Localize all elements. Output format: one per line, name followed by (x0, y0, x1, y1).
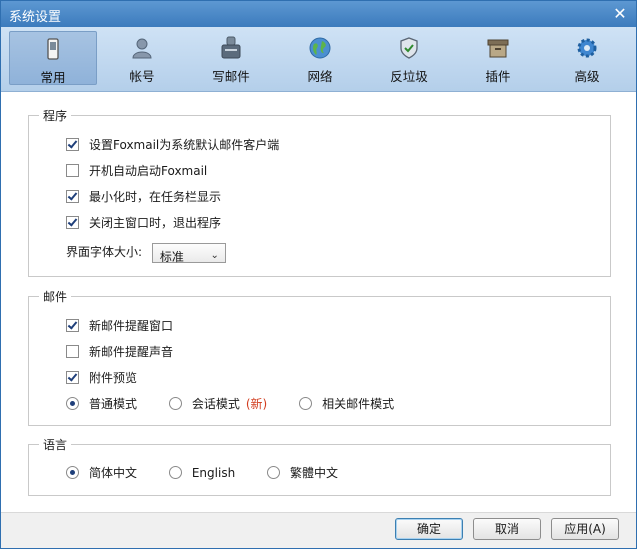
group-legend: 语言 (39, 436, 72, 453)
radio-label: 繁體中文 (290, 466, 339, 480)
checkbox-close-exit[interactable]: 关闭主窗口时，退出程序 (66, 214, 221, 232)
tab-account[interactable]: 帐号 (98, 31, 186, 85)
settings-window: 系统设置 ✕ 常用 帐号 写邮件 网络 反垃圾 插件 高级 程序 设置Foxma… (0, 0, 637, 549)
radio-label: English (191, 466, 236, 480)
cancel-button[interactable]: 取消 (473, 518, 541, 540)
checkbox-new-mail-window[interactable]: 新邮件提醒窗口 (66, 317, 173, 335)
checkbox[interactable] (66, 138, 79, 151)
checkbox-new-mail-sound[interactable]: 新邮件提醒声音 (66, 343, 173, 361)
group-legend: 程序 (39, 107, 72, 124)
checkbox-label: 关闭主窗口时，退出程序 (89, 216, 222, 230)
settings-toolbar: 常用 帐号 写邮件 网络 反垃圾 插件 高级 (1, 27, 636, 92)
checkbox-default-client[interactable]: 设置Foxmail为系统默认邮件客户端 (66, 136, 279, 154)
checkbox-attachment-preview[interactable]: 附件预览 (66, 369, 137, 387)
radio-label: 相关邮件模式 (322, 397, 395, 411)
tab-label: 写邮件 (212, 69, 250, 84)
mail-mode-radio-group: 普通模式 会话模式 (新) 相关邮件模式 (66, 395, 422, 413)
apply-button[interactable]: 应用(A) (551, 518, 619, 540)
tab-plugins[interactable]: 插件 (454, 31, 542, 85)
globe-icon (309, 37, 331, 59)
checkbox-label: 开机自动启动Foxmail (89, 164, 208, 178)
group-legend: 邮件 (39, 288, 72, 305)
language-group: 语言 简体中文 English 繁體中文 (28, 436, 611, 496)
tab-label: 反垃圾 (390, 69, 428, 84)
tab-general[interactable]: 常用 (9, 31, 97, 85)
dialog-footer: 确定 取消 应用(A) (1, 512, 636, 548)
user-icon (132, 38, 152, 59)
radio[interactable] (66, 466, 79, 479)
phone-icon (47, 38, 59, 60)
radio-related-mode[interactable]: 相关邮件模式 (299, 395, 394, 413)
radio-label: 简体中文 (89, 466, 138, 480)
checkbox[interactable] (66, 190, 79, 203)
radio[interactable] (168, 397, 182, 410)
radio[interactable] (299, 397, 313, 410)
close-icon[interactable]: ✕ (610, 4, 630, 24)
font-size-label: 界面字体大小: (66, 245, 143, 259)
gear-icon (577, 38, 597, 58)
tab-network[interactable]: 网络 (276, 31, 364, 85)
checkbox-label: 新邮件提醒声音 (89, 345, 174, 359)
tab-antispam[interactable]: 反垃圾 (365, 31, 453, 85)
checkbox-autostart[interactable]: 开机自动启动Foxmail (66, 162, 207, 180)
font-size-value: 标准 (159, 249, 184, 264)
radio-label: 普通模式 (89, 397, 138, 411)
shield-icon (400, 37, 418, 59)
font-size-select[interactable]: 标准 ⌄ (151, 242, 226, 264)
ok-button[interactable]: 确定 (395, 518, 463, 540)
program-group: 程序 设置Foxmail为系统默认邮件客户端 开机自动启动Foxmail 最小化… (28, 107, 611, 277)
radio-traditional-chinese[interactable]: 繁體中文 (267, 464, 338, 482)
checkbox-minimize-taskbar[interactable]: 最小化时，在任务栏显示 (66, 188, 221, 206)
radio-simplified-chinese[interactable]: 简体中文 (66, 464, 137, 482)
radio-label: 会话模式 (191, 397, 240, 411)
box-icon (487, 39, 509, 58)
checkbox[interactable] (66, 345, 79, 358)
radio-english[interactable]: English (168, 464, 236, 482)
tab-label: 常用 (40, 70, 66, 85)
language-radio-group: 简体中文 English 繁體中文 (66, 464, 366, 482)
checkbox[interactable] (66, 371, 79, 384)
mail-group: 邮件 新邮件提醒窗口 新邮件提醒声音 附件预览 普通模式 会话模式 (新) 相关邮… (28, 288, 611, 426)
font-size-row: 界面字体大小: 标准 ⌄ (66, 241, 226, 264)
title-bar: 系统设置 ✕ (1, 1, 636, 27)
tab-advanced[interactable]: 高级 (543, 31, 631, 85)
radio-conversation-mode[interactable]: 会话模式 (新) (168, 395, 268, 413)
compose-icon (221, 36, 241, 59)
radio[interactable] (66, 397, 79, 410)
checkbox-label: 设置Foxmail为系统默认邮件客户端 (89, 138, 280, 152)
tab-compose[interactable]: 写邮件 (187, 31, 275, 85)
checkbox[interactable] (66, 216, 79, 229)
tab-label: 插件 (485, 69, 511, 84)
chevron-down-icon: ⌄ (210, 249, 219, 261)
tab-label: 帐号 (129, 69, 155, 84)
new-badge: (新) (245, 397, 268, 411)
checkbox[interactable] (66, 164, 79, 177)
radio[interactable] (267, 466, 281, 479)
radio-normal-mode[interactable]: 普通模式 (66, 395, 137, 413)
radio[interactable] (168, 466, 182, 479)
checkbox-label: 最小化时，在任务栏显示 (89, 190, 222, 204)
tab-label: 网络 (307, 69, 333, 84)
checkbox[interactable] (66, 319, 79, 332)
settings-content: 程序 设置Foxmail为系统默认邮件客户端 开机自动启动Foxmail 最小化… (1, 92, 636, 512)
checkbox-label: 附件预览 (89, 371, 138, 385)
window-title: 系统设置 (9, 10, 62, 25)
checkbox-label: 新邮件提醒窗口 (89, 319, 174, 333)
tab-label: 高级 (574, 69, 600, 84)
